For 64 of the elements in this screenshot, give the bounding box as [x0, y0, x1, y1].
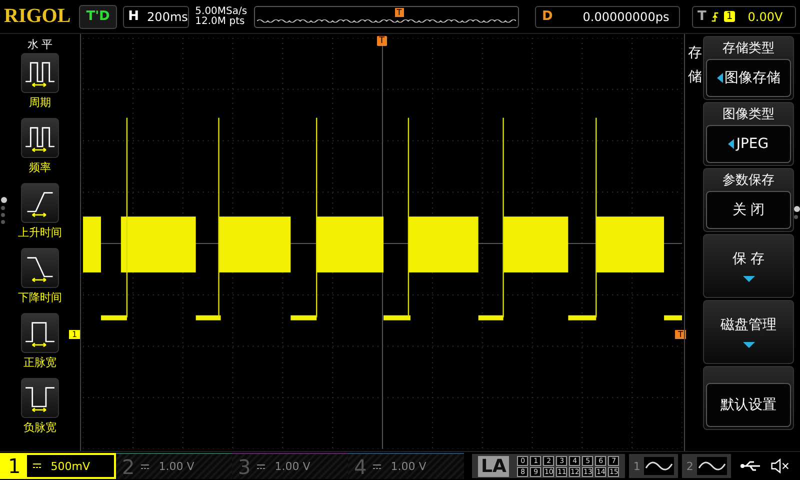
- measure-label: 频率: [29, 160, 51, 175]
- option-label: 存储类型: [722, 40, 774, 57]
- trigger-level-marker: T: [675, 330, 686, 339]
- measure-label: 负脉宽: [24, 420, 56, 435]
- down-arrow-icon: [742, 276, 754, 282]
- delay-label: D: [542, 9, 553, 24]
- option-value-field[interactable]: 关 闭: [706, 191, 791, 229]
- measure-label: 下降时间: [18, 290, 62, 305]
- sample-rate: 5.00MSa/s: [195, 6, 248, 16]
- trigger-box[interactable]: T 1 0.00V: [692, 6, 796, 28]
- generator-tab[interactable]: 1: [629, 454, 678, 478]
- horizontal-label: H: [128, 9, 140, 24]
- option-value-field[interactable]: 图像存储: [706, 59, 791, 97]
- menu-option[interactable]: 图像类型 JPEG: [703, 102, 794, 166]
- run-status[interactable]: T'D: [78, 4, 118, 28]
- trigger-level: 0.00V: [748, 10, 783, 24]
- menu-button[interactable]: 磁盘管理: [703, 300, 794, 364]
- channel-marker: 1: [69, 330, 80, 339]
- generator-tab[interactable]: 2: [682, 454, 732, 478]
- measure-label: 正脉宽: [24, 355, 56, 370]
- sine-wave-icon: [697, 457, 728, 475]
- channel-tab[interactable]: 4 1.00 V: [348, 453, 464, 479]
- memory-depth: 12.0M pts: [195, 16, 246, 26]
- menu-button[interactable]: 保 存: [703, 234, 794, 298]
- dc-coupling-icon: [32, 463, 41, 469]
- dc-coupling-icon: [256, 464, 265, 470]
- measure-button[interactable]: [21, 378, 59, 418]
- menu-title: 水 平: [27, 37, 53, 53]
- measure-label: 上升时间: [18, 225, 62, 240]
- menu-option[interactable]: 参数保存 关 闭: [703, 168, 794, 232]
- left-arrow-icon: [716, 73, 722, 83]
- rising-edge-icon: [711, 10, 720, 22]
- down-arrow-icon: [742, 342, 754, 348]
- measure-button[interactable]: [21, 313, 59, 353]
- option-value-field[interactable]: JPEG: [706, 125, 791, 163]
- menu-option[interactable]: 存储类型 图像存储: [703, 36, 794, 100]
- menu-button[interactable]: 默认设置: [706, 383, 791, 427]
- left-arrow-icon: [728, 139, 734, 149]
- timebase-value: 200ms: [147, 10, 188, 24]
- measure-button[interactable]: [21, 118, 59, 158]
- measure-button[interactable]: [21, 53, 59, 93]
- trigger-position-marker: T: [377, 36, 386, 46]
- option-label: 参数保存: [722, 172, 774, 189]
- measure-button[interactable]: [21, 248, 59, 288]
- speaker-muted-icon: [770, 458, 790, 474]
- menu-title: 存储: [688, 44, 702, 87]
- trigger-position-marker: T: [394, 8, 404, 16]
- delay-box[interactable]: D 0.00000000ps: [535, 6, 680, 28]
- dc-coupling-icon: [140, 464, 149, 470]
- channel-tab[interactable]: 2 1.00 V: [116, 453, 232, 479]
- trigger-source: 1: [724, 11, 735, 22]
- delay-value: 0.00000000ps: [582, 10, 670, 24]
- measure-label: 周期: [29, 95, 51, 110]
- usb-icon: [740, 461, 762, 471]
- option-label: 图像类型: [722, 106, 774, 123]
- brand-logo: RIGOL: [4, 5, 72, 28]
- timebase-box[interactable]: H 200ms: [123, 6, 190, 28]
- trigger-label: T: [698, 9, 706, 24]
- channel-tab[interactable]: 3 1.00 V: [232, 453, 348, 479]
- dc-coupling-icon: [372, 464, 381, 470]
- measure-button[interactable]: [21, 183, 59, 223]
- logic-analyzer-label: LA: [478, 456, 510, 476]
- sine-wave-icon: [644, 457, 674, 475]
- channel-tab[interactable]: 1 500mV: [0, 453, 116, 479]
